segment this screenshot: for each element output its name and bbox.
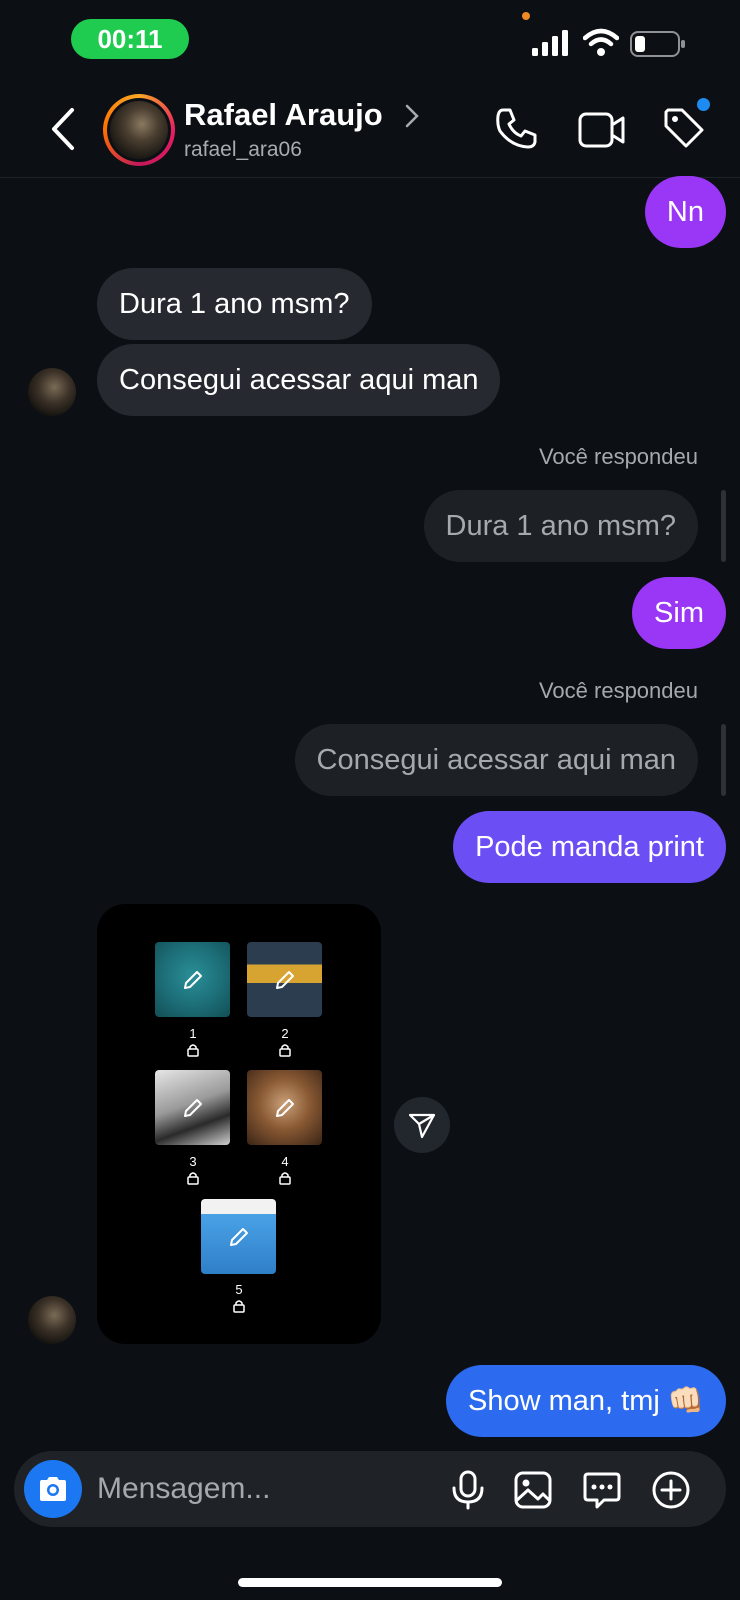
lock-icon [187,1044,199,1057]
contact-name[interactable]: Rafael Araujo [184,97,383,133]
contact-username[interactable]: rafael_ara06 [184,138,302,162]
reply-quote[interactable]: Consegui acessar aqui man [294,724,698,796]
microphone-icon[interactable] [448,1470,488,1510]
tile-number: 5 [235,1282,243,1297]
sent-message[interactable]: Show man, tmj 👊🏻 [446,1365,726,1437]
pencil-icon [184,971,202,989]
lock-icon [279,1044,291,1057]
back-button[interactable] [46,106,80,152]
reply-label: Você respondeu [538,678,698,703]
sticker-tile[interactable] [201,1199,276,1274]
send-icon [408,1113,436,1139]
signal-icon [532,30,568,56]
sticker-icon[interactable] [582,1470,622,1510]
avatar-image [110,101,168,159]
contact-avatar[interactable] [103,94,175,166]
pencil-icon [184,1099,202,1117]
reply-bar [721,724,726,796]
home-indicator[interactable] [238,1578,502,1587]
lock-icon [279,1172,291,1185]
sticker-tile[interactable] [247,1070,322,1145]
tile-number: 2 [281,1026,289,1041]
tile-number: 3 [189,1154,197,1169]
tile-number: 4 [281,1154,289,1169]
sticker-tile[interactable] [247,942,322,1017]
lock-icon [233,1300,245,1313]
sticker-tile[interactable] [155,1070,230,1145]
battery-icon [630,31,685,57]
phone-icon[interactable] [494,106,538,150]
sent-message[interactable]: Sim [632,577,726,649]
reply-bar [721,490,726,562]
pencil-icon [276,1099,294,1117]
tile-number: 1 [189,1026,197,1041]
plus-icon[interactable] [651,1470,691,1510]
header-divider [0,177,740,178]
chevron-right-icon[interactable] [404,103,420,129]
lock-icon [187,1172,199,1185]
wifi-icon [583,28,619,56]
video-call-icon[interactable] [578,108,626,152]
notification-dot [697,98,710,111]
camera-icon [40,1477,66,1501]
gallery-icon[interactable] [513,1470,553,1510]
mic-in-use-indicator [522,12,530,20]
tag-icon[interactable] [662,106,706,150]
message-input[interactable] [97,1466,427,1512]
pencil-icon [276,971,294,989]
sender-avatar[interactable] [28,368,76,416]
shared-post-card[interactable]: 1 2 3 4 5 [97,904,381,1344]
camera-button[interactable] [24,1460,82,1518]
status-time: 00:11 [71,19,189,59]
pencil-icon [230,1228,248,1246]
sender-avatar[interactable] [28,1296,76,1344]
reply-label: Você respondeu [538,444,698,469]
received-message[interactable]: Dura 1 ano msm? [97,268,372,340]
received-message[interactable]: Consegui acessar aqui man [97,344,501,416]
share-button[interactable] [394,1097,450,1153]
sent-message[interactable]: Nn [644,176,726,248]
sticker-tile[interactable] [155,942,230,1017]
reply-quote[interactable]: Dura 1 ano msm? [423,490,698,562]
sent-message[interactable]: Pode manda print [453,811,726,883]
